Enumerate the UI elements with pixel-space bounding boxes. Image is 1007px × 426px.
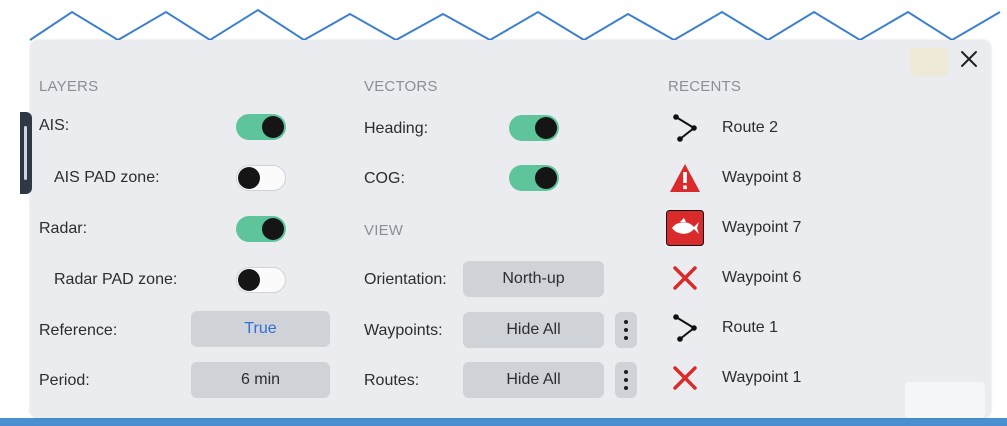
waypoints-more-button[interactable] bbox=[615, 312, 637, 348]
close-button[interactable] bbox=[954, 44, 984, 74]
radar-pad-zone-label: Radar PAD zone: bbox=[54, 271, 178, 288]
layers-settings-panel: LAYERS AIS: AIS PAD zone: Radar: Radar P… bbox=[30, 40, 991, 418]
side-panel-handle[interactable] bbox=[20, 112, 32, 194]
recent-item[interactable]: Waypoint 6 bbox=[666, 258, 866, 298]
cog-toggle[interactable] bbox=[509, 165, 559, 191]
ghost-map-control bbox=[905, 382, 985, 418]
recent-item-label: Waypoint 8 bbox=[722, 169, 802, 186]
period-label: Period: bbox=[39, 372, 90, 389]
cog-label: COG: bbox=[364, 170, 405, 187]
cross-icon bbox=[666, 260, 704, 296]
recent-item-label: Waypoint 7 bbox=[722, 219, 802, 236]
heading-toggle[interactable] bbox=[509, 115, 559, 141]
recent-item[interactable]: Waypoint 7 bbox=[666, 208, 866, 248]
recent-item[interactable]: Waypoint 8 bbox=[666, 158, 866, 198]
ais-pad-zone-label: AIS PAD zone: bbox=[54, 169, 160, 186]
waypoints-select-button[interactable]: Hide All bbox=[463, 312, 604, 348]
recent-item[interactable]: Route 1 bbox=[666, 308, 866, 348]
fish-icon bbox=[666, 210, 704, 246]
waypoints-label: Waypoints: bbox=[364, 322, 443, 339]
layers-section-title: LAYERS bbox=[39, 78, 99, 95]
recent-item-label: Route 1 bbox=[722, 319, 779, 336]
recent-item-label: Waypoint 6 bbox=[722, 269, 802, 286]
ais-label: AIS: bbox=[39, 117, 70, 134]
vectors-section-title: VECTORS bbox=[364, 78, 438, 95]
recent-item[interactable]: Route 2 bbox=[666, 108, 866, 148]
orientation-label: Orientation: bbox=[364, 271, 447, 288]
period-select-button[interactable]: 6 min bbox=[191, 362, 330, 398]
routes-label: Routes: bbox=[364, 372, 420, 389]
ghost-map-button bbox=[910, 48, 948, 76]
recent-item-label: Route 2 bbox=[722, 119, 779, 136]
routes-select-button[interactable]: Hide All bbox=[463, 362, 604, 398]
radar-toggle[interactable] bbox=[236, 216, 286, 242]
close-icon bbox=[961, 51, 977, 67]
route-icon bbox=[666, 310, 704, 346]
recent-item-label: Waypoint 1 bbox=[722, 369, 802, 386]
recents-section-title: RECENTS bbox=[668, 78, 742, 95]
more-vertical-icon bbox=[624, 320, 628, 324]
heading-label: Heading: bbox=[364, 120, 429, 137]
more-vertical-icon bbox=[624, 370, 628, 374]
radar-pad-zone-toggle[interactable] bbox=[236, 267, 286, 293]
view-section-title: VIEW bbox=[364, 222, 404, 239]
route-icon bbox=[666, 110, 704, 146]
ais-pad-zone-toggle[interactable] bbox=[236, 165, 286, 191]
ais-toggle[interactable] bbox=[236, 114, 286, 140]
radar-label: Radar: bbox=[39, 220, 88, 237]
cross-icon bbox=[666, 360, 704, 396]
warning-icon bbox=[666, 160, 704, 196]
reference-label: Reference: bbox=[39, 322, 118, 339]
recent-item[interactable]: Waypoint 1 bbox=[666, 358, 866, 398]
reference-select-button[interactable]: True bbox=[191, 311, 330, 347]
orientation-select-button[interactable]: North-up bbox=[463, 261, 604, 297]
routes-more-button[interactable] bbox=[615, 362, 637, 398]
